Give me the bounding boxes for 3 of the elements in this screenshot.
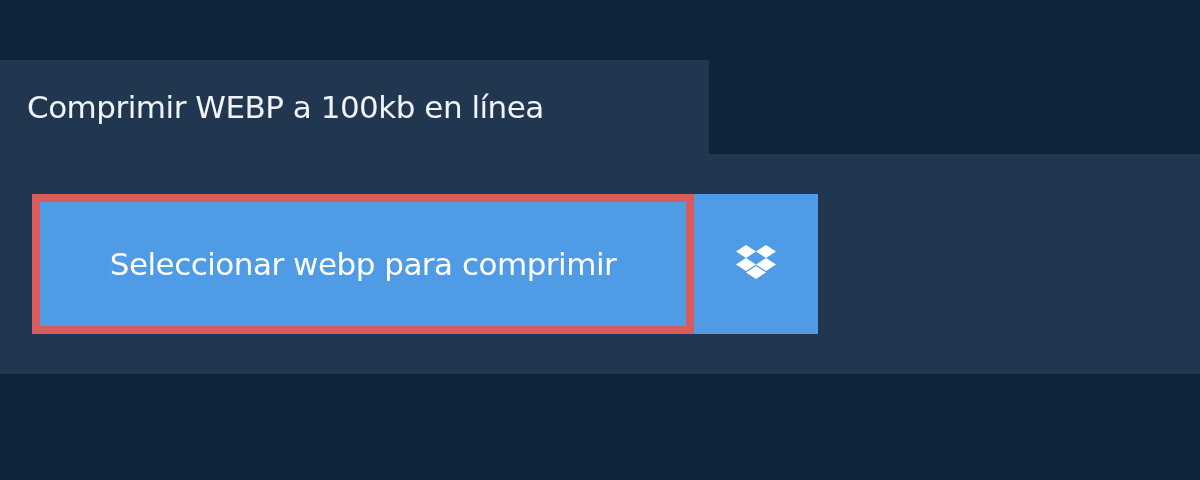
page-title: Comprimir WEBP a 100kb en línea xyxy=(27,89,544,125)
select-file-button[interactable]: Seleccionar webp para comprimir xyxy=(32,194,694,334)
dropbox-button[interactable] xyxy=(694,194,818,334)
